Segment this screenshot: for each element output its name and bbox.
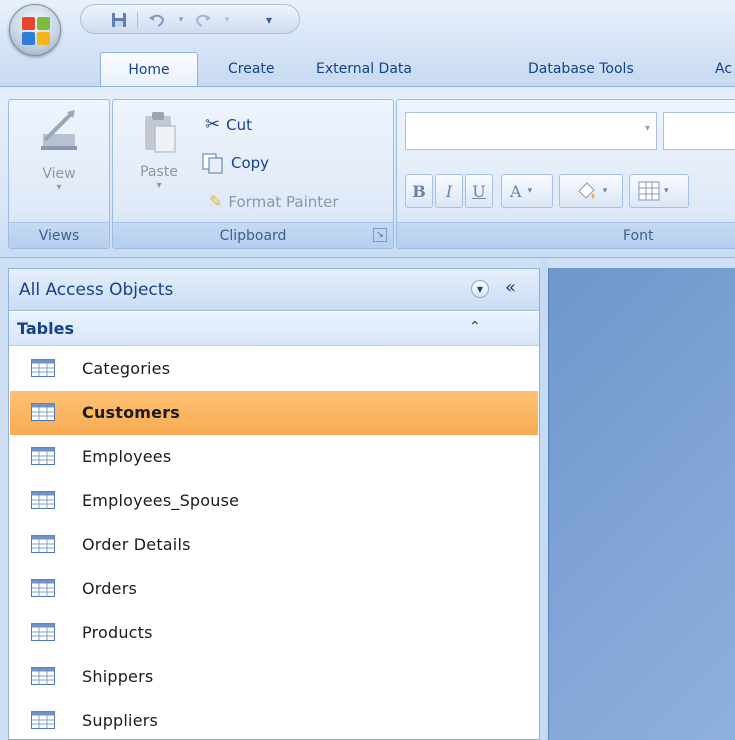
undo-icon[interactable] (147, 11, 167, 29)
office-logo-icon (22, 17, 50, 45)
paintbrush-icon: ✎ (209, 192, 223, 211)
table-item-label: Suppliers (82, 711, 159, 730)
view-dropdown-icon: ▾ (56, 182, 62, 193)
tab-home[interactable]: Home (100, 52, 198, 86)
table-item[interactable]: Employees (10, 435, 538, 479)
table-item[interactable]: Orders (10, 567, 538, 611)
table-icon (31, 403, 55, 421)
nav-pane-title: All Access Objects (19, 280, 174, 300)
tables-group-label: Tables (17, 319, 74, 338)
italic-button[interactable]: I (435, 174, 463, 208)
copy-button[interactable]: Copy (201, 152, 269, 174)
cut-label: Cut (226, 115, 252, 134)
undo-dropdown-icon[interactable]: ▾ (171, 11, 191, 29)
font-color-button[interactable]: A ▾ (501, 174, 553, 208)
table-item[interactable]: Customers (10, 391, 538, 435)
gridlines-button[interactable]: ▾ (629, 174, 689, 208)
format-painter-button[interactable]: ✎ Format Painter (209, 192, 339, 211)
view-button[interactable]: View ▾ (19, 108, 99, 193)
table-item-label: Customers (82, 403, 181, 422)
save-icon[interactable] (109, 11, 129, 29)
table-icon (31, 491, 55, 509)
clipboard-group: Paste ▾ ✂ Cut Copy ✎ Format Painter Clip… (112, 99, 394, 249)
paste-button[interactable]: Paste ▾ (127, 110, 191, 191)
tab-external-data[interactable]: External Data (316, 52, 412, 86)
tables-group-header[interactable]: Tables ⌃ (9, 312, 539, 346)
table-item[interactable]: Suppliers (10, 699, 538, 740)
paste-label: Paste (140, 164, 178, 180)
clipboard-group-label: Clipboard (113, 222, 393, 248)
font-name-dropdown-icon[interactable]: ▾ (645, 123, 650, 134)
ribbon: View ▾ Views Paste ▾ ✂ Cut Copy ✎ Format… (0, 86, 735, 258)
copy-label: Copy (231, 154, 270, 172)
views-group-label: Views (9, 222, 109, 248)
access-window: ▾ ▾ ▾ Home Create External Data Database… (0, 0, 735, 740)
gridlines-icon (638, 181, 660, 201)
cut-button[interactable]: ✂ Cut (205, 114, 252, 135)
clipboard-dialog-launcher-icon[interactable]: ↘ (373, 228, 387, 242)
bold-button[interactable]: B (405, 174, 433, 208)
view-label: View (42, 166, 76, 182)
table-icon (31, 579, 55, 597)
font-color-label: A (510, 181, 522, 201)
collapse-group-icon[interactable]: ⌃ (469, 319, 481, 335)
navigation-pane: All Access Objects ▼ « Tables ⌃ Categori… (8, 268, 540, 740)
copy-icon (202, 153, 223, 174)
format-painter-label: Format Painter (228, 192, 339, 211)
table-item[interactable]: Products (10, 611, 538, 655)
table-item[interactable]: Categories (10, 347, 538, 391)
table-item-label: Categories (82, 359, 171, 378)
paste-icon (145, 112, 176, 153)
gridlines-dropdown-icon: ▾ (664, 186, 669, 196)
quick-access-toolbar: ▾ ▾ ▾ (80, 4, 300, 34)
table-icon (31, 623, 55, 641)
document-area (548, 268, 735, 740)
font-group-label: Font (397, 222, 735, 248)
paste-dropdown-icon: ▾ (156, 180, 162, 191)
views-group: View ▾ Views (8, 99, 110, 249)
table-icon (31, 711, 55, 729)
table-item-label: Products (82, 623, 153, 642)
underline-button[interactable]: U (465, 174, 493, 208)
font-size-combo[interactable] (663, 112, 735, 150)
fill-color-dropdown-icon: ▾ (602, 186, 608, 196)
nav-pane-header[interactable]: All Access Objects ▼ « (9, 269, 539, 311)
nav-menu-dropdown-icon[interactable]: ▼ (471, 280, 489, 298)
font-color-dropdown-icon: ▾ (527, 186, 533, 196)
table-item[interactable]: Order Details (10, 523, 538, 567)
table-icon (31, 535, 55, 553)
fill-bucket-icon (578, 182, 595, 199)
table-icon (31, 447, 55, 465)
table-item-label: Orders (82, 579, 138, 598)
table-icon (31, 667, 55, 685)
view-icon (41, 110, 77, 150)
table-item-label: Order Details (82, 535, 191, 554)
table-item[interactable]: Shippers (10, 655, 538, 699)
tab-create[interactable]: Create (228, 52, 275, 86)
office-button[interactable] (9, 4, 61, 56)
pane-splitter[interactable] (540, 258, 548, 740)
table-item-label: Shippers (82, 667, 154, 686)
redo-dropdown-icon[interactable]: ▾ (217, 11, 237, 29)
customize-qat-icon[interactable]: ▾ (259, 11, 279, 29)
title-bar: ▾ ▾ ▾ (0, 0, 735, 56)
ribbon-tabs: Home Create External Data Database Tools… (0, 46, 735, 86)
tab-add-ins[interactable]: Ac (715, 52, 732, 86)
scissors-icon: ✂ (205, 114, 221, 135)
table-item-label: Employees (82, 447, 172, 466)
shutter-bar-close-icon[interactable]: « (505, 277, 516, 298)
redo-icon[interactable] (193, 11, 213, 29)
font-name-combo[interactable]: ▾ (405, 112, 657, 150)
tab-database-tools[interactable]: Database Tools (528, 52, 634, 86)
table-icon (31, 359, 55, 377)
fill-color-button[interactable]: ▾ (559, 174, 623, 208)
table-item-label: Employees_Spouse (82, 491, 240, 510)
table-item[interactable]: Employees_Spouse (10, 479, 538, 523)
font-group: ▾ B I U A ▾ ▾ ▾ Font (396, 99, 735, 249)
